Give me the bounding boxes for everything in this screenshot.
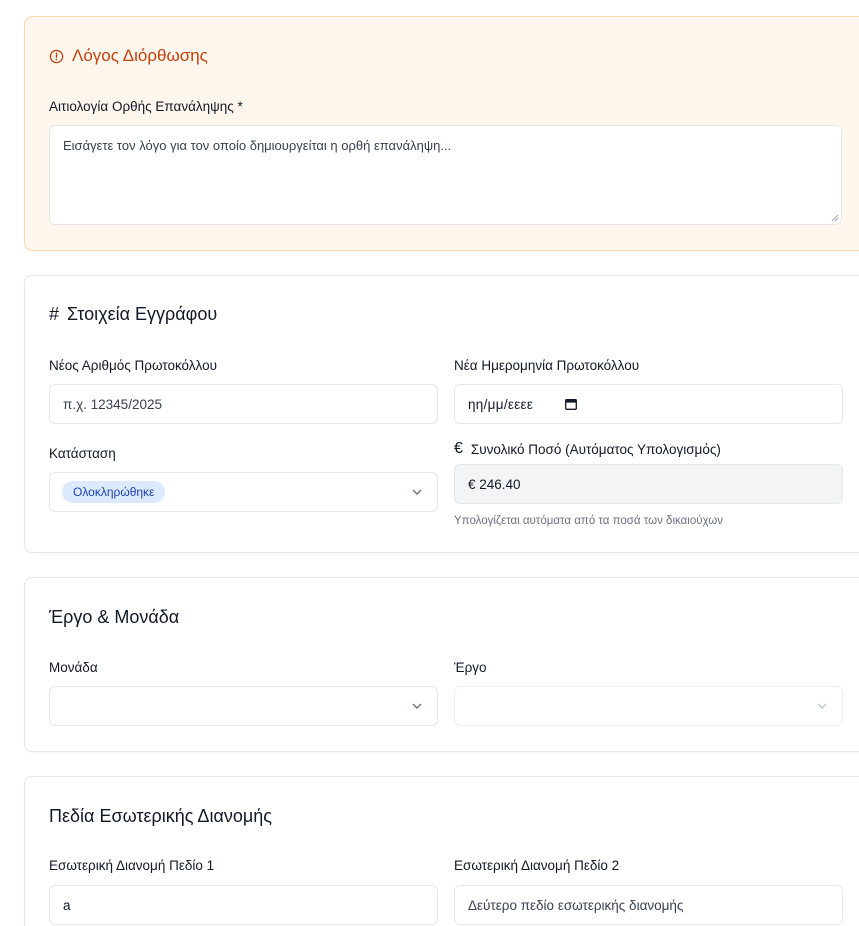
total-amount-field: € 246.40 <box>454 464 843 504</box>
document-card: # Στοιχεία Εγγράφου Νέος Αριθμός Πρωτοκό… <box>24 275 859 553</box>
distribution-title: Πεδία Εσωτερικής Διανομής <box>49 806 272 826</box>
protocol-number-input[interactable]: π.χ. 12345/2025 <box>49 384 438 424</box>
chevron-down-icon <box>412 703 422 709</box>
distribution-field2-input[interactable]: Δεύτερο πεδίο εσωτερικής διανομής <box>454 885 843 925</box>
calendar-icon[interactable] <box>565 398 577 410</box>
document-title-text: Στοιχεία Εγγράφου <box>67 304 218 324</box>
protocol-date-input[interactable]: ηη/μμ/εεεε <box>454 384 843 424</box>
reason-placeholder: Εισάγετε τον λόγο για τον οποίο δημιουργ… <box>63 138 452 153</box>
distribution-card: Πεδία Εσωτερικής Διανομής Εσωτερική Διαν… <box>24 776 859 926</box>
total-label: € Συνολικό Ποσό (Αυτόματος Υπολογισμός) <box>454 440 721 458</box>
distribution-field1-value: a <box>63 897 71 913</box>
euro-icon: € <box>454 440 463 457</box>
chevron-down-icon <box>817 703 827 709</box>
reason-label: Αιτιολογία Ορθής Επανάληψης * <box>49 99 243 114</box>
protocol-number-placeholder: π.χ. 12345/2025 <box>63 396 162 412</box>
reason-textarea[interactable]: Εισάγετε τον λόγο για τον οποίο δημιουργ… <box>49 125 842 225</box>
distribution-field2-placeholder: Δεύτερο πεδίο εσωτερικής διανομής <box>468 897 684 913</box>
project-label: Έργο <box>454 660 487 675</box>
project-card: Έργο & Μονάδα Μονάδα Έργο <box>24 577 859 752</box>
correction-card: Λόγος Διόρθωσης Αιτιολογία Ορθής Επανάλη… <box>24 16 859 251</box>
unit-label: Μονάδα <box>49 660 98 675</box>
distribution-field1-input[interactable]: a <box>49 885 438 925</box>
status-select[interactable]: Ολοκληρώθηκε <box>49 472 438 512</box>
total-amount-value: € 246.40 <box>468 476 521 492</box>
project-select[interactable] <box>454 686 843 726</box>
correction-title-text: Λόγος Διόρθωσης <box>72 46 208 65</box>
total-label-text: Συνολικό Ποσό (Αυτόματος Υπολογισμός) <box>470 441 721 457</box>
total-hint: Υπολογίζεται αυτόματα από τα ποσά των δι… <box>454 515 723 527</box>
protocol-number-label: Νέος Αριθμός Πρωτοκόλλου <box>49 358 217 373</box>
protocol-date-placeholder: ηη/μμ/εεεε <box>468 396 534 412</box>
status-badge: Ολοκληρώθηκε <box>62 481 166 503</box>
unit-select[interactable] <box>49 686 438 726</box>
alert-circle-icon <box>49 49 64 63</box>
status-label: Κατάσταση <box>49 446 116 461</box>
correction-title: Λόγος Διόρθωσης <box>49 46 208 66</box>
resize-handle-icon[interactable] <box>831 214 839 222</box>
protocol-date-label: Νέα Ημερομηνία Πρωτοκόλλου <box>454 358 640 373</box>
project-title: Έργο & Μονάδα <box>49 607 180 627</box>
document-title: # Στοιχεία Εγγράφου <box>49 304 217 325</box>
chevron-down-icon <box>412 489 422 495</box>
distribution-field1-label: Εσωτερική Διανομή Πεδίο 1 <box>49 858 215 873</box>
distribution-field2-label: Εσωτερική Διανομή Πεδίο 2 <box>454 858 620 873</box>
hash-icon: # <box>49 304 60 324</box>
